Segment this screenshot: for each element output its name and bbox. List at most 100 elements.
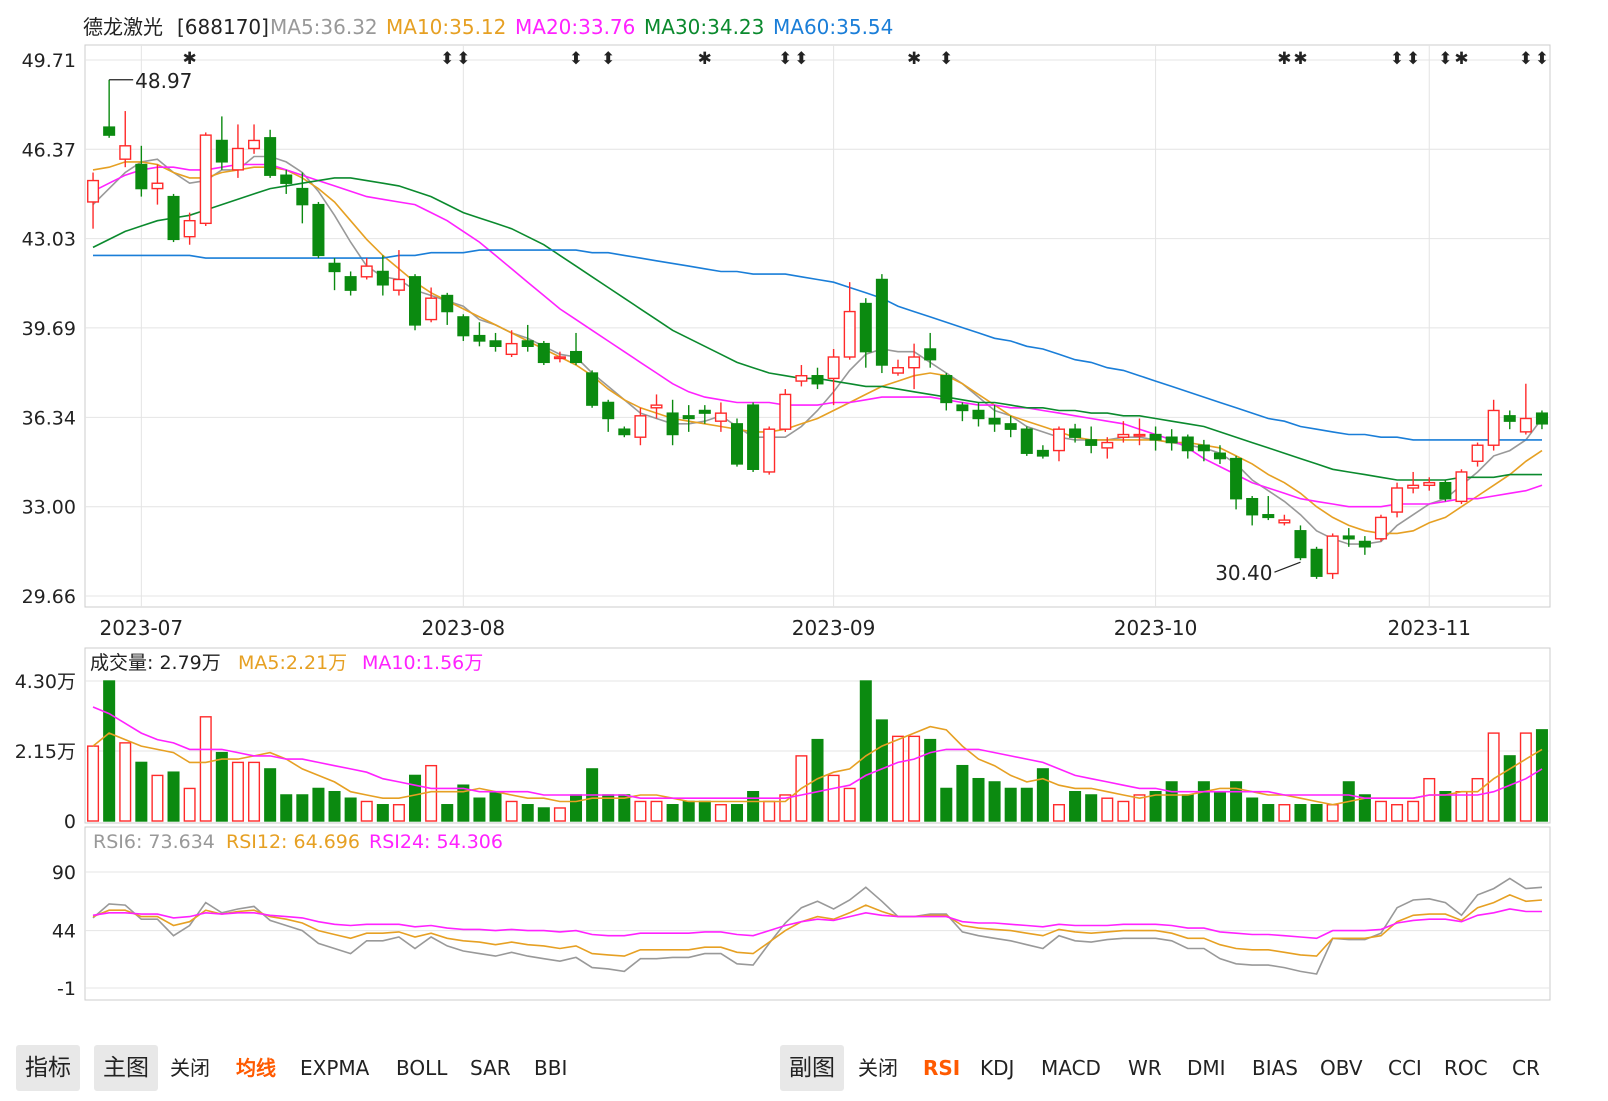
sub-rsi-button[interactable]: RSI	[923, 1045, 960, 1091]
candle[interactable]	[457, 314, 470, 341]
rsi-panel[interactable]: RSI6: 73.634 RSI12: 64.696 RSI24: 54.306…	[52, 826, 1551, 1001]
sub-wr-button[interactable]: WR	[1128, 1045, 1162, 1091]
volume-bar[interactable]	[489, 790, 502, 822]
volume-bar[interactable]	[392, 804, 405, 822]
main-boll-button[interactable]: BOLL	[396, 1045, 447, 1091]
event-marker[interactable]: ✱	[907, 49, 921, 69]
candle[interactable]	[1487, 399, 1500, 451]
candle[interactable]	[1358, 536, 1371, 555]
volume-bar[interactable]	[1197, 781, 1210, 822]
volume-bar[interactable]	[1213, 790, 1226, 822]
volume-bar[interactable]	[940, 787, 953, 822]
event-marker[interactable]: ✱	[183, 49, 197, 69]
candle[interactable]	[135, 145, 148, 197]
volume-bar[interactable]	[553, 807, 566, 822]
candle[interactable]	[1036, 445, 1049, 459]
volume-bar[interactable]	[521, 804, 534, 822]
event-marker[interactable]: ✱	[1277, 49, 1291, 69]
sub-close-button[interactable]: 关闭	[858, 1045, 898, 1091]
volume-bar[interactable]	[280, 794, 293, 822]
volume-bar[interactable]	[103, 680, 116, 822]
volume-bar[interactable]	[296, 794, 309, 822]
volume-bar[interactable]	[1036, 768, 1049, 822]
stock-chart[interactable]: 德龙激光 [688170] MA5:36.32 MA10:35.12 MA20:…	[0, 0, 1608, 1045]
volume-bar[interactable]	[473, 797, 486, 822]
candle[interactable]	[231, 124, 244, 178]
volume-bar[interactable]	[859, 680, 872, 822]
candle[interactable]	[1519, 383, 1532, 435]
event-marker[interactable]: ⬍	[569, 49, 583, 69]
volume-bar[interactable]	[135, 761, 148, 822]
candle[interactable]	[1262, 496, 1275, 521]
candle[interactable]	[843, 282, 856, 360]
candle[interactable]	[183, 212, 196, 245]
candle[interactable]	[988, 405, 1001, 432]
main-bbi-button[interactable]: BBI	[534, 1045, 567, 1091]
volume-bar[interactable]	[1455, 790, 1468, 822]
candle[interactable]	[1294, 525, 1307, 561]
candle[interactable]	[537, 340, 550, 366]
volume-bar[interactable]	[441, 804, 454, 822]
volume-bar[interactable]	[537, 807, 550, 822]
volume-bar[interactable]	[1310, 804, 1323, 822]
candle[interactable]	[972, 402, 985, 427]
event-marker[interactable]: ⬍	[1438, 49, 1452, 69]
main-ma-button[interactable]: 均线	[236, 1045, 276, 1091]
volume-bar[interactable]	[215, 751, 228, 822]
candle[interactable]	[312, 201, 325, 259]
event-marker[interactable]: ⬍	[778, 49, 792, 69]
candle[interactable]	[1246, 496, 1259, 526]
event-marker[interactable]: ⬍	[440, 49, 454, 69]
candle[interactable]	[779, 389, 792, 432]
volume-bar[interactable]	[1391, 804, 1404, 822]
sub-dmi-button[interactable]: DMI	[1187, 1045, 1226, 1091]
candle[interactable]	[1197, 439, 1210, 462]
candle[interactable]	[1020, 426, 1033, 456]
volume-bar[interactable]	[1326, 804, 1339, 822]
candle[interactable]	[103, 79, 116, 138]
candle[interactable]	[1326, 533, 1339, 579]
candle[interactable]	[280, 169, 293, 194]
volume-bar[interactable]	[1294, 804, 1307, 822]
volume-bar[interactable]	[843, 787, 856, 822]
candle[interactable]	[409, 274, 422, 331]
event-marker[interactable]: ⬍	[794, 49, 808, 69]
candle[interactable]	[1052, 426, 1065, 462]
candle[interactable]	[264, 129, 277, 178]
event-marker[interactable]: ⬍	[456, 49, 470, 69]
event-marker[interactable]: ⬍	[1390, 49, 1404, 69]
candle[interactable]	[586, 370, 599, 408]
candle[interactable]	[602, 399, 615, 432]
volume-bar[interactable]	[1165, 781, 1178, 822]
event-marker[interactable]: ⬍	[1519, 49, 1533, 69]
volume-bar[interactable]	[1278, 804, 1291, 822]
sub-cr-button[interactable]: CR	[1512, 1045, 1540, 1091]
candle[interactable]	[489, 332, 502, 352]
candle[interactable]	[376, 255, 389, 296]
candle[interactable]	[1085, 426, 1098, 454]
candle[interactable]	[1455, 469, 1468, 505]
event-marker[interactable]: ⬍	[1535, 49, 1549, 69]
candle[interactable]	[87, 172, 100, 229]
volume-bar[interactable]	[1004, 787, 1017, 822]
candle[interactable]	[1278, 514, 1291, 526]
volume-bar[interactable]	[1374, 800, 1387, 822]
candle[interactable]	[634, 407, 647, 446]
volume-bar[interactable]	[1471, 777, 1484, 822]
volume-bar[interactable]	[747, 790, 760, 822]
volume-bar[interactable]	[183, 787, 196, 822]
sub-bias-button[interactable]: BIAS	[1252, 1045, 1298, 1091]
candle[interactable]	[956, 402, 969, 422]
volume-bar[interactable]	[666, 804, 679, 822]
candle[interactable]	[747, 402, 760, 472]
candle[interactable]	[1230, 455, 1243, 510]
candle[interactable]	[1181, 434, 1194, 459]
volume-bar[interactable]	[634, 800, 647, 822]
candle[interactable]	[666, 399, 679, 446]
candle[interactable]	[425, 287, 438, 323]
volume-bar[interactable]	[1085, 794, 1098, 822]
candle[interactable]	[1374, 514, 1387, 542]
main-sar-button[interactable]: SAR	[470, 1045, 511, 1091]
candle[interactable]	[570, 332, 583, 366]
volume-bar[interactable]	[199, 716, 212, 822]
